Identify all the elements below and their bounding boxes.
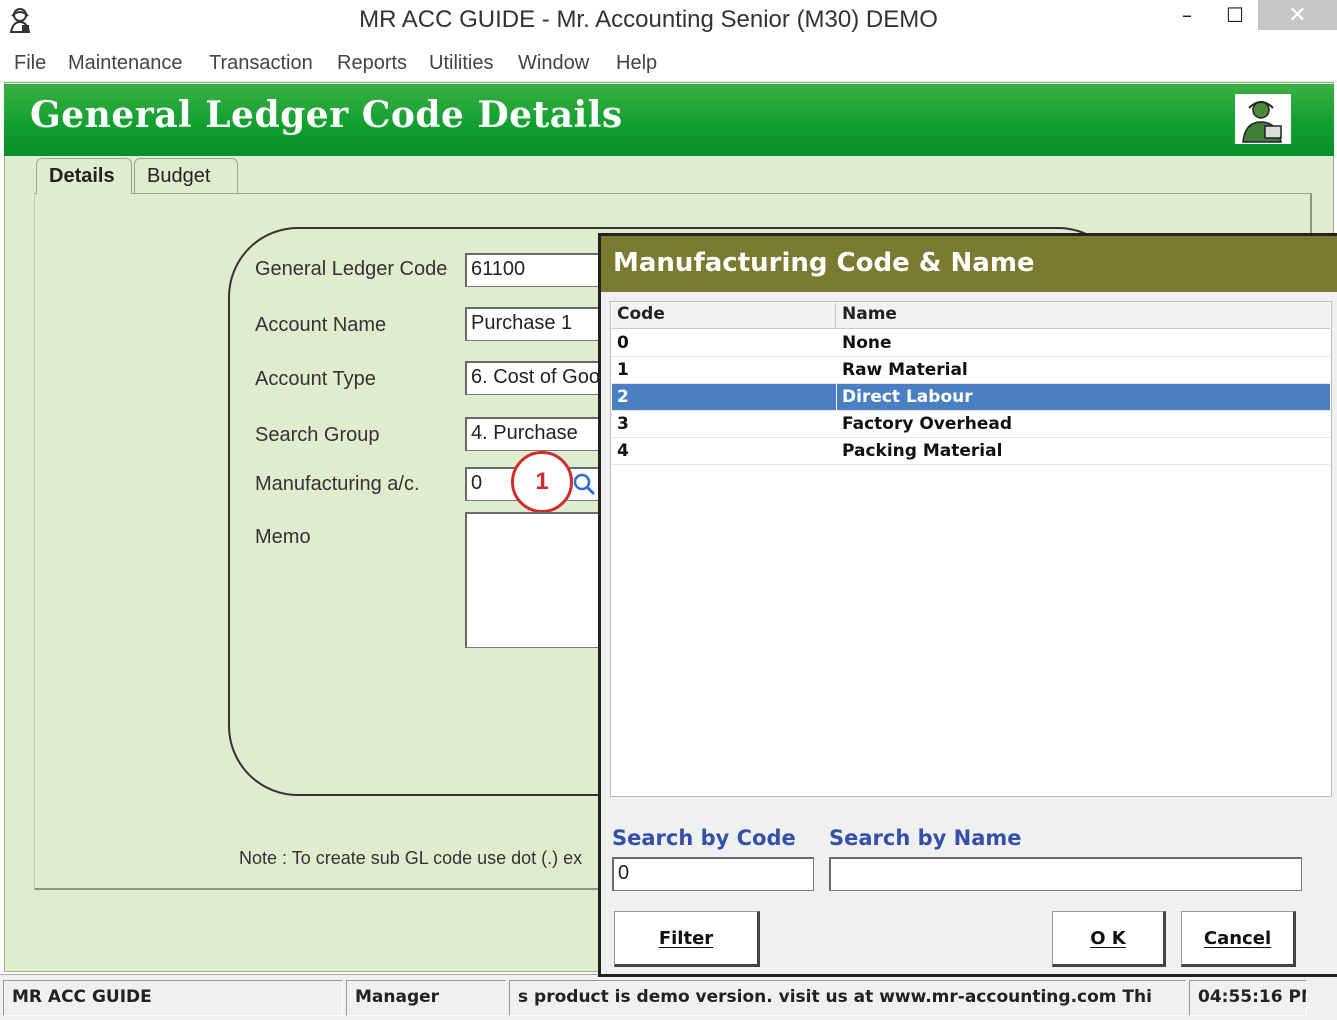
magnifier-icon[interactable]: [572, 472, 596, 496]
column-separator[interactable]: [835, 303, 836, 329]
memo-label: Memo: [255, 526, 311, 548]
title-bar: MR ACC GUIDE - Mr. Accounting Senior (M3…: [0, 0, 1337, 44]
cancel-button[interactable]: Cancel: [1181, 911, 1296, 967]
row-name: Direct Labour: [836, 384, 973, 411]
menu-transaction[interactable]: Transaction: [209, 52, 313, 75]
table-row[interactable]: 0 None: [612, 330, 1330, 357]
maximize-button[interactable]: ☐: [1210, 0, 1260, 30]
page-title: General Ledger Code Details: [30, 94, 623, 136]
guide-person-icon: [1235, 94, 1291, 144]
search-by-code-input[interactable]: 0: [612, 857, 814, 891]
column-header-name[interactable]: Name: [842, 304, 897, 324]
search-by-name-input[interactable]: [829, 857, 1302, 891]
table-row[interactable]: 3 Factory Overhead: [612, 411, 1330, 438]
account-type-label: Account Type: [255, 368, 376, 390]
row-name: None: [842, 333, 892, 353]
search-group-select[interactable]: 4. Purchase: [465, 417, 605, 451]
dialog-title: Manufacturing Code & Name: [613, 248, 1035, 278]
column-header-code[interactable]: Code: [617, 304, 665, 324]
sub-gl-note: Note : To create sub GL code use dot (.)…: [239, 848, 583, 868]
minimize-icon: –: [1182, 3, 1192, 27]
row-code: 4: [617, 441, 629, 461]
row-code: 1: [617, 360, 629, 380]
menu-utilities[interactable]: Utilities: [429, 52, 493, 75]
account-type-select[interactable]: 6. Cost of Goods Sold: [465, 361, 605, 395]
gl-code-input[interactable]: 61100: [465, 253, 605, 287]
row-name: Factory Overhead: [842, 414, 1013, 434]
ok-button[interactable]: O K: [1052, 911, 1166, 967]
account-name-input[interactable]: Purchase 1: [465, 307, 605, 341]
grid-header: [612, 303, 1330, 329]
search-by-name-label: Search by Name: [829, 826, 1022, 850]
gl-code-label: General Ledger Code: [255, 258, 448, 280]
memo-textarea[interactable]: [465, 512, 605, 648]
manufacturing-label: Manufacturing a/c.: [255, 473, 420, 495]
table-row[interactable]: 4 Packing Material: [612, 438, 1330, 465]
window-title: MR ACC GUIDE - Mr. Accounting Senior (M3…: [359, 6, 938, 33]
menu-reports[interactable]: Reports: [337, 52, 407, 75]
table-row-selected[interactable]: 2 Direct Labour: [612, 384, 1330, 411]
menu-bar: File Maintenance Transaction Reports Uti…: [0, 44, 1337, 82]
filter-button[interactable]: Filter: [614, 911, 760, 967]
close-button[interactable]: ✕: [1258, 0, 1337, 30]
close-icon: ✕: [1288, 2, 1307, 28]
menu-file[interactable]: File: [14, 52, 46, 75]
status-time: 04:55:16 PM: [1189, 980, 1307, 1016]
minimize-button[interactable]: –: [1162, 0, 1212, 30]
tab-budget[interactable]: Budget: [134, 158, 238, 194]
row-code: 3: [617, 414, 629, 434]
menu-window[interactable]: Window: [518, 52, 589, 75]
search-by-code-label: Search by Code: [612, 826, 796, 850]
search-group-label: Search Group: [255, 424, 380, 446]
maximize-icon: ☐: [1226, 3, 1244, 27]
tab-details[interactable]: Details: [36, 158, 132, 194]
row-name: Packing Material: [842, 441, 1003, 461]
status-app-name: MR ACC GUIDE: [3, 980, 343, 1016]
table-row[interactable]: 1 Raw Material: [612, 357, 1330, 384]
account-name-label: Account Name: [255, 314, 387, 336]
status-user: Manager: [346, 980, 506, 1016]
row-name: Raw Material: [842, 360, 968, 380]
menu-help[interactable]: Help: [616, 52, 657, 75]
row-code: 0: [617, 333, 629, 353]
menu-maintenance[interactable]: Maintenance: [68, 52, 183, 75]
step-callout-badge: 1: [511, 451, 573, 513]
row-code: 2: [617, 387, 629, 407]
status-message: s product is demo version. visit us at w…: [509, 980, 1186, 1016]
